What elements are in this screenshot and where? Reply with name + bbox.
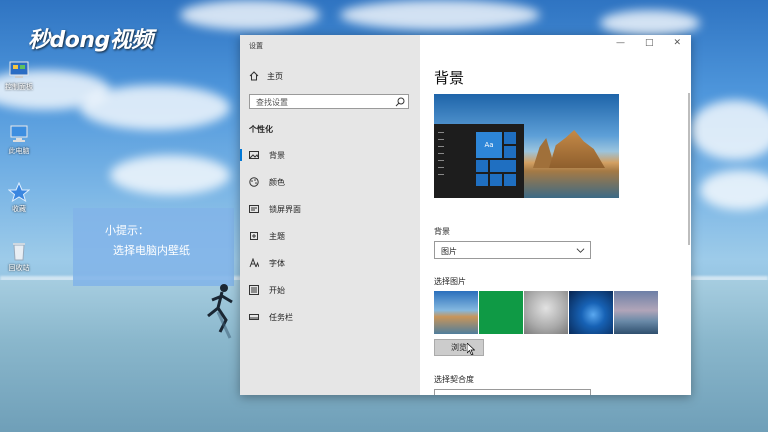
thumbnail-landscape[interactable] — [614, 291, 658, 334]
nav-item-fonts[interactable]: 字体 — [240, 253, 420, 273]
desktop-icon-favorites[interactable]: 收藏 — [4, 182, 34, 214]
choose-picture-label: 选择图片 — [434, 277, 466, 286]
picture-icon — [249, 151, 259, 159]
desktop-icon-computer[interactable]: 此电脑 — [4, 124, 34, 156]
fit-dropdown[interactable] — [434, 389, 591, 395]
tip-title: 小提示： — [105, 224, 149, 237]
preview-window: Aa — [434, 124, 524, 198]
computer-icon — [10, 125, 28, 142]
desktop-icon-label: 控制面板 — [5, 83, 33, 91]
preview-tile: Aa — [476, 132, 502, 158]
browse-button[interactable]: 浏览 — [434, 339, 484, 356]
nav-item-start[interactable]: 开始 — [240, 280, 420, 300]
home-link[interactable]: 主页 — [249, 69, 283, 83]
taskbar-icon — [249, 314, 259, 320]
background-dropdown[interactable]: 图片 — [434, 241, 591, 259]
picture-thumbnails — [434, 291, 658, 334]
runner-silhouette — [207, 284, 233, 339]
nav-label: 任务栏 — [269, 312, 293, 322]
settings-sidebar: 设置 主页 查找设置 个性化 背景 颜色 锁屏界面 主题 字体 开始 任务栏 — [240, 35, 420, 395]
nav-label: 颜色 — [269, 177, 285, 187]
desktop-icon-label: 收藏 — [12, 205, 26, 213]
home-icon — [249, 71, 259, 81]
nav-item-themes[interactable]: 主题 — [240, 226, 420, 246]
desktop-icon-label: 此电脑 — [8, 147, 30, 155]
tip-text: 选择电脑内壁纸 — [113, 244, 190, 257]
background-value: 图片 — [441, 247, 457, 256]
start-icon — [249, 285, 259, 295]
thumbnail-gray[interactable] — [524, 291, 568, 334]
nav-item-background[interactable]: 背景 — [240, 145, 420, 165]
thumbnail-green[interactable] — [479, 291, 523, 334]
thumbnail-beach[interactable] — [434, 291, 478, 334]
fit-label: 选择契合度 — [434, 375, 474, 384]
background-label: 背景 — [434, 227, 450, 236]
tip-overlay: 小提示： 选择电脑内壁纸 — [73, 208, 234, 286]
search-input[interactable]: 查找设置 — [249, 94, 409, 109]
nav-label: 背景 — [269, 150, 285, 160]
desktop-icon-label: 回收站 — [8, 264, 30, 272]
nav-label: 开始 — [269, 285, 285, 295]
desktop-icon-recycle-bin[interactable]: 回收站 — [4, 241, 34, 273]
section-title: 个性化 — [249, 125, 273, 134]
control-panel-icon — [9, 61, 29, 78]
scrollbar[interactable] — [688, 93, 690, 245]
font-icon — [249, 258, 259, 268]
desktop-icon-control-panel[interactable]: 控制面板 — [4, 60, 34, 92]
theme-icon — [250, 232, 258, 240]
brand-logo: 秒dong视频 — [28, 28, 153, 53]
star-icon — [8, 182, 30, 202]
settings-window: 设置 主页 查找设置 个性化 背景 颜色 锁屏界面 主题 字体 开始 任务栏 —… — [240, 35, 691, 395]
page-title: 背景 — [434, 69, 465, 87]
mouse-cursor-icon — [467, 343, 475, 355]
window-title: 设置 — [249, 42, 263, 50]
search-placeholder: 查找设置 — [256, 98, 288, 107]
home-label: 主页 — [267, 71, 283, 81]
nav-label: 锁屏界面 — [269, 204, 301, 214]
nav-label: 主题 — [269, 231, 285, 241]
chevron-down-icon — [576, 248, 585, 253]
recycle-bin-icon — [13, 243, 25, 261]
nav-item-colors[interactable]: 颜色 — [240, 172, 420, 192]
background-preview: Aa — [434, 94, 619, 198]
nav-label: 字体 — [269, 258, 285, 268]
thumbnail-windows-light[interactable] — [569, 291, 613, 334]
nav-item-taskbar[interactable]: 任务栏 — [240, 307, 420, 327]
lock-screen-icon — [249, 205, 259, 213]
settings-content: 背景 Aa 背景 图片 选择图片 浏览 选择契合度 — [420, 35, 691, 395]
search-icon[interactable] — [395, 97, 405, 107]
nav-item-lock-screen[interactable]: 锁屏界面 — [240, 199, 420, 219]
palette-icon — [249, 177, 259, 187]
